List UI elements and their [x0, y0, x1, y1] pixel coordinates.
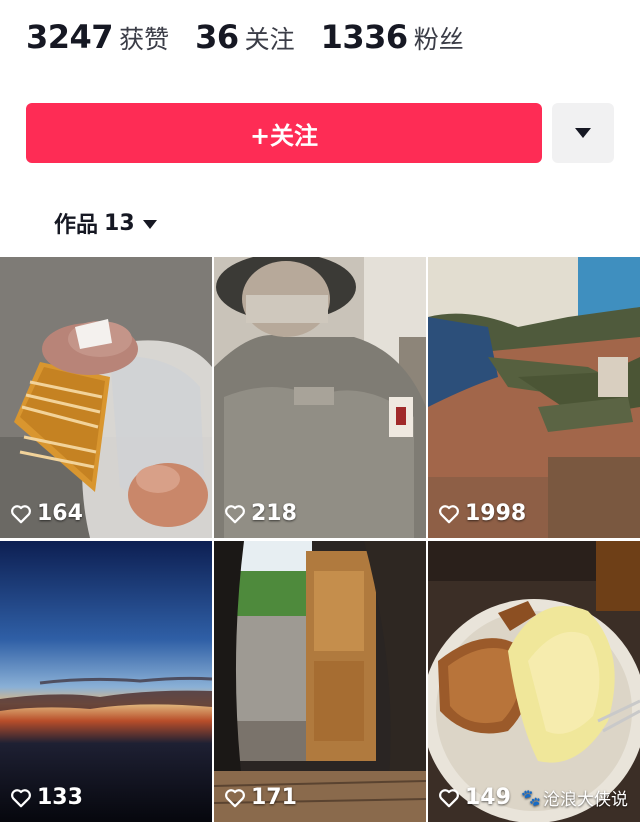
stat-following[interactable]: 36 关注: [195, 18, 295, 56]
stat-likes-label: 获赞: [119, 25, 170, 54]
like-count: 171: [224, 785, 297, 810]
video-thumbnail[interactable]: 171: [214, 541, 426, 822]
selfie-thumbnail-image: [214, 257, 426, 538]
works-tab-count: 13: [104, 210, 135, 236]
video-thumbnail[interactable]: 133: [0, 541, 212, 822]
stat-following-label: 关注: [244, 25, 295, 54]
stat-followers-label: 粉丝: [413, 25, 464, 54]
heart-icon: [11, 504, 31, 523]
caret-down-icon: [142, 219, 157, 229]
works-tab-label: 作品: [54, 213, 99, 238]
video-thumbnail[interactable]: 1998: [428, 257, 640, 538]
like-count: 218: [224, 501, 297, 526]
stat-likes[interactable]: 3247 获赞: [26, 18, 169, 56]
like-count-value: 1998: [465, 501, 527, 526]
tab-works[interactable]: 作品 13: [54, 206, 157, 240]
meal-thumbnail-image: [428, 541, 640, 822]
heart-icon: [439, 788, 459, 807]
watermark: 🐾 沧浪大侠说: [521, 785, 628, 810]
video-grid: 164 218 1998 133 171 149 🐾 沧浪大侠说: [0, 257, 640, 822]
video-thumbnail[interactable]: 164: [0, 257, 212, 538]
heart-icon: [11, 788, 31, 807]
stat-likes-value: 3247: [26, 18, 114, 56]
heart-icon: [225, 788, 245, 807]
video-thumbnail[interactable]: 149 🐾 沧浪大侠说: [428, 541, 640, 822]
paw-icon: 🐾: [521, 788, 541, 807]
video-thumbnail[interactable]: 218: [214, 257, 426, 538]
heart-icon: [439, 504, 459, 523]
like-count-value: 149: [465, 785, 511, 810]
stat-followers-value: 1336: [320, 18, 409, 56]
soldiers-thumbnail-image: [428, 257, 640, 538]
like-count-value: 218: [251, 501, 297, 526]
like-count: 1998: [438, 501, 526, 526]
watermark-text: 沧浪大侠说: [543, 790, 628, 810]
tent-door-thumbnail-image: [214, 541, 426, 822]
cake-thumbnail-image: [0, 257, 212, 538]
stat-following-value: 36: [195, 18, 239, 56]
like-count: 149: [438, 785, 511, 810]
like-count: 133: [10, 785, 83, 810]
caret-down-icon: [575, 128, 591, 138]
like-count-value: 171: [251, 785, 297, 810]
profile-stats: 3247 获赞 36 关注 1336 粉丝: [26, 18, 490, 62]
dusk-sky-thumbnail-image: [0, 541, 212, 822]
like-count-value: 133: [37, 785, 83, 810]
follow-button-label: +关注: [249, 121, 319, 150]
follow-button[interactable]: +关注: [26, 103, 542, 163]
like-count-value: 164: [37, 501, 83, 526]
stat-followers[interactable]: 1336 粉丝: [321, 18, 464, 56]
more-options-button[interactable]: [552, 103, 614, 163]
heart-icon: [225, 504, 245, 523]
like-count: 164: [10, 501, 83, 526]
